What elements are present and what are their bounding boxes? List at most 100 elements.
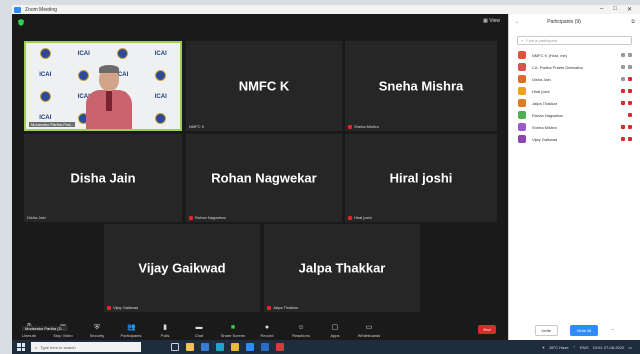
icai-seal-icon (116, 48, 128, 60)
list-item[interactable]: Vijay Gaikwad (509, 133, 640, 145)
apps-icon: ▢ (331, 324, 339, 331)
speaking-status: Moderator Partha (D... (22, 326, 68, 331)
mic-muted-icon (107, 305, 111, 310)
meeting-view: ▦ View ICAI ICAI ICAI ICAI ICAI ICAI ICA… (12, 14, 508, 332)
record-button[interactable]: ● Record (250, 324, 284, 340)
meeting-toolbar: 🎙Unmute ▣Stop Video ⛨Security 👥Participa… (12, 318, 508, 340)
reaction-icon: ☺ (297, 324, 305, 331)
avatar (518, 87, 526, 95)
system-tray: ☀ 28°C Haze ⌃ ENG 10:01 27-08-2022 ▭ (542, 345, 640, 350)
participant-tile[interactable]: Rohan Nagwekar Rohan Nagwekar (186, 134, 342, 222)
participant-tile[interactable]: Jalpa Thakkar Jalpa Thakkar (264, 224, 420, 312)
participant-name: Sneha Mishra (378, 78, 464, 94)
participant-name-tag: Vijay Gaikwad (107, 305, 138, 310)
task-view-icon[interactable] (171, 343, 179, 351)
taskbar-search-input[interactable]: ⌕ Type here to search (31, 342, 141, 352)
icai-seal-icon (155, 69, 167, 81)
list-item[interactable]: Jalpa Thakkar (509, 97, 640, 109)
apps-button[interactable]: ▢ Apps (318, 324, 352, 340)
network-icon[interactable]: ⌃ (573, 345, 576, 350)
security-button[interactable]: ⛨ Security (80, 324, 114, 340)
participant-name-tag: Rohan Nagwekar (189, 215, 226, 220)
mute-all-button[interactable]: Mute All (570, 325, 599, 336)
list-item[interactable]: Disha Jain (509, 73, 640, 85)
list-item[interactable]: Rohan Nagwekar (509, 109, 640, 121)
chat-icon: ▬ (195, 324, 203, 331)
participant-name: Jalpa Thakkar (298, 260, 386, 276)
panel-title: Participants (9) (547, 19, 581, 25)
mail-icon[interactable] (261, 343, 269, 351)
edge-icon[interactable] (216, 343, 224, 351)
list-item[interactable]: Sneha Mishra (509, 121, 640, 133)
people-icon: 👥 (127, 324, 136, 331)
app-icon[interactable] (276, 343, 284, 351)
participant-tile[interactable]: NMFC K NMFC K (186, 41, 342, 131)
video-off-icon (628, 89, 632, 93)
mic-muted-icon (621, 125, 625, 129)
avatar (518, 75, 526, 83)
chat-button[interactable]: ▬ Chat (182, 324, 216, 340)
panel-header: ⌄ Participants (9) ⧉ (509, 14, 640, 30)
clock[interactable]: 10:01 27-08-2022 (593, 345, 625, 350)
language-indicator[interactable]: ENG (580, 345, 589, 350)
participant-tile[interactable]: Hiral joshi Hiral joshi (345, 134, 497, 222)
participant-search-input[interactable]: ⌕ Find a participant (517, 36, 632, 45)
mic-icon (621, 53, 625, 57)
list-item[interactable]: NMFC K (Host, me) (509, 49, 640, 61)
panel-footer: Invite Mute All ... (509, 325, 640, 336)
icai-seal-icon (39, 48, 51, 60)
close-icon[interactable]: ✕ (627, 6, 632, 13)
weather-icon: ☀ (541, 344, 546, 350)
video-icon (628, 65, 632, 69)
mic-muted-icon (628, 113, 632, 117)
mic-muted-icon (621, 137, 625, 141)
reactions-button[interactable]: ☺ Reactions (284, 324, 318, 340)
video-tile-moderator[interactable]: ICAI ICAI ICAI ICAI ICAI ICAI ICAI ICAI … (24, 41, 182, 131)
icai-seal-icon (155, 112, 167, 124)
participant-list: NMFC K (Host, me) CA. Partha Pratim Debn… (509, 49, 640, 145)
share-screen-button[interactable]: ■ Share Screen (216, 324, 250, 340)
avatar (518, 135, 526, 143)
participant-name-tag: Jalpa Thakkar (267, 305, 298, 310)
store-icon[interactable] (201, 343, 209, 351)
mic-icon (621, 65, 625, 69)
windows-taskbar: ⌕ Type here to search ☀ 28°C Haze ⌃ ENG … (12, 340, 640, 354)
participant-name-tag: Hiral joshi (348, 215, 372, 220)
video-off-icon (628, 101, 632, 105)
record-icon: ● (264, 324, 270, 331)
desktop: Zoom Meeting – □ ✕ ▦ View ICAI ICAI ICAI… (0, 0, 640, 354)
chevron-down-icon[interactable]: ⌄ (515, 19, 519, 25)
participants-button[interactable]: 👥 Participants (114, 324, 148, 340)
encryption-shield-icon[interactable] (18, 19, 24, 26)
list-item[interactable]: CA. Partha Pratim Debnatha (509, 61, 640, 73)
zoom-taskbar-icon[interactable] (246, 343, 254, 351)
polls-button[interactable]: ▮ Polls (148, 324, 182, 340)
window-title: Zoom Meeting (25, 6, 57, 13)
participant-name: Hiral joshi (389, 170, 453, 186)
chrome-icon[interactable] (231, 343, 239, 351)
view-button[interactable]: ▦ View (483, 18, 500, 24)
minimize-icon[interactable]: – (600, 6, 603, 13)
avatar (518, 51, 526, 59)
participant-tile[interactable]: Vijay Gaikwad Vijay Gaikwad (104, 224, 260, 312)
end-meeting-button[interactable]: End (478, 325, 496, 334)
file-explorer-icon[interactable] (186, 343, 194, 351)
avatar (518, 123, 526, 131)
search-icon: ⌕ (35, 344, 38, 350)
participant-tile[interactable]: Disha Jain Disha Jain (24, 134, 182, 222)
windows-start-icon[interactable] (17, 343, 25, 351)
invite-button[interactable]: Invite (534, 325, 559, 336)
popout-icon[interactable]: ⧉ (631, 19, 635, 25)
notification-icon[interactable]: ▭ (628, 345, 632, 350)
list-item[interactable]: Hiral joshi (509, 85, 640, 97)
mic-muted-icon (621, 89, 625, 93)
maximize-icon[interactable]: □ (613, 6, 617, 13)
more-options-button[interactable]: ... (610, 325, 614, 336)
video-icon (628, 53, 632, 57)
participant-name: NMFC K (238, 78, 290, 94)
participant-tile[interactable]: Sneha Mishra Sneha Mishra (345, 41, 497, 131)
zoom-app-icon (14, 6, 21, 13)
window-titlebar: Zoom Meeting – □ ✕ (12, 5, 640, 14)
share-icon: ■ (230, 324, 236, 331)
whiteboards-button[interactable]: ▭ Whiteboards (352, 324, 386, 340)
